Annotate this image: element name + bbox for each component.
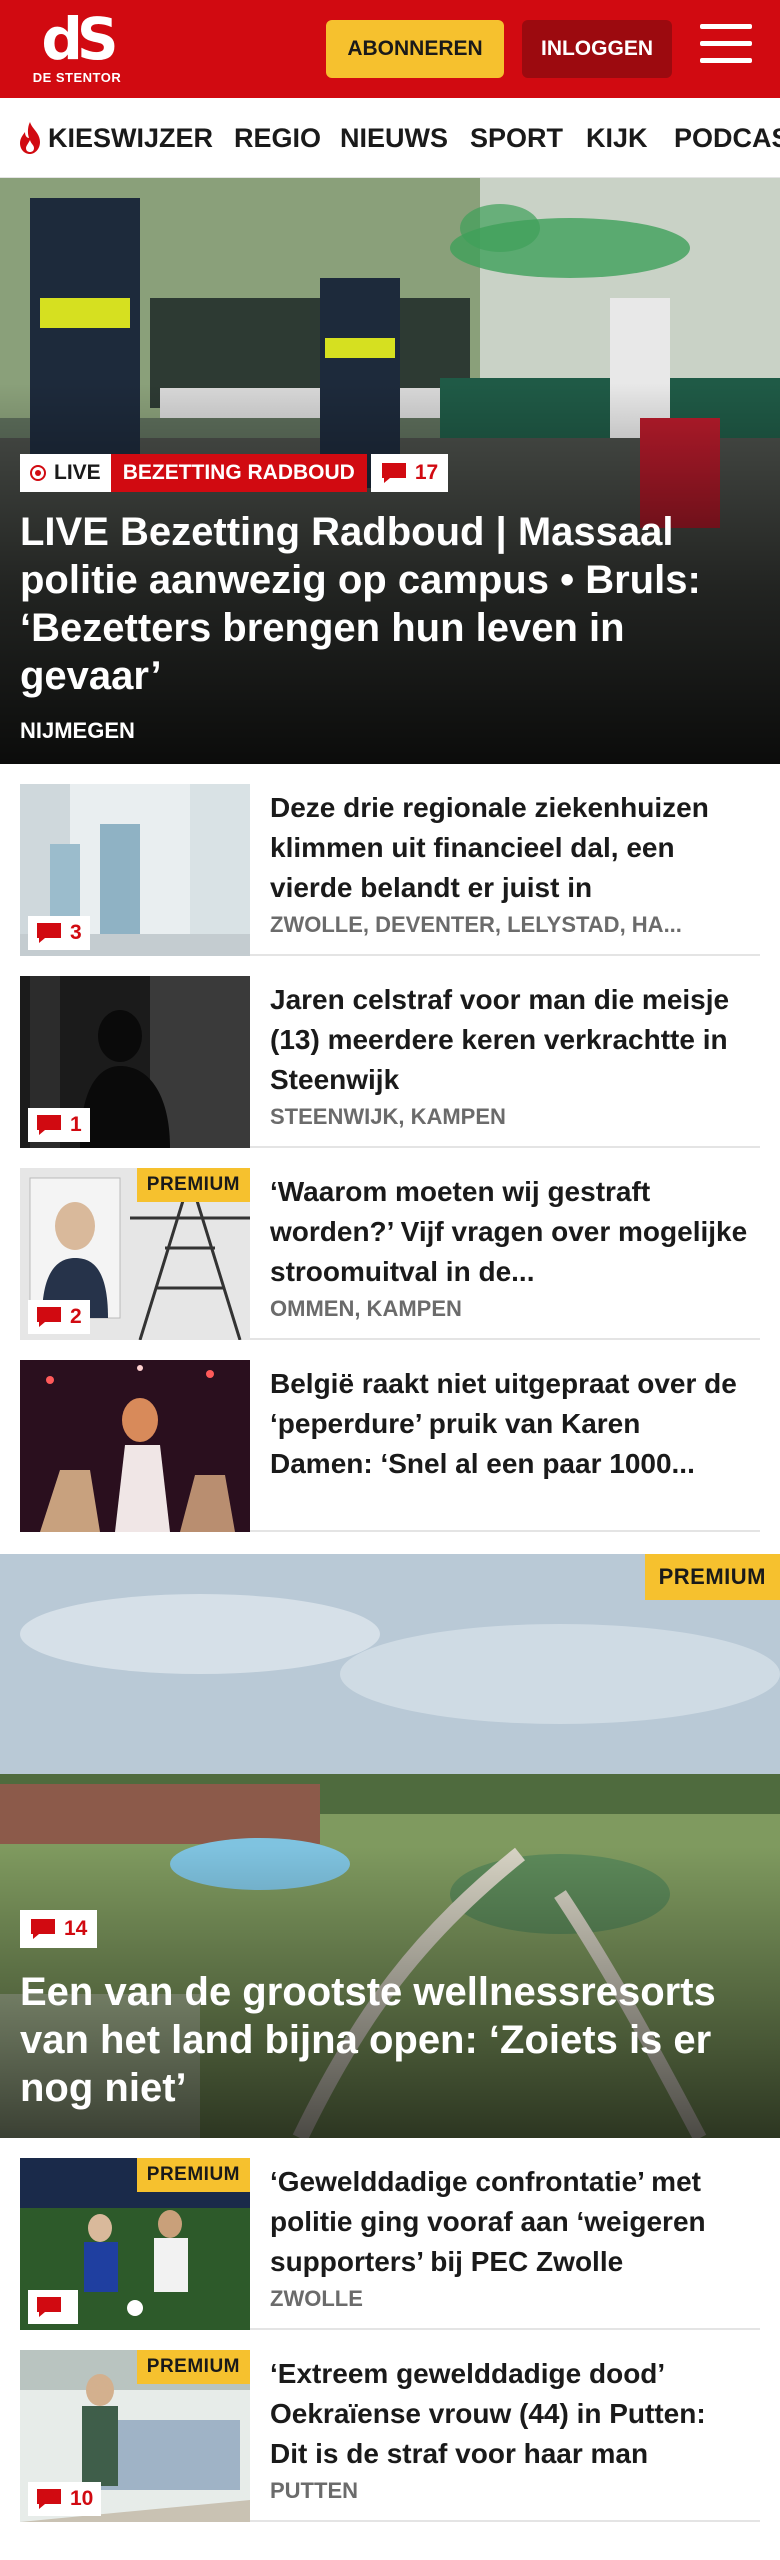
comment-count-badge	[28, 2290, 78, 2324]
article-headline[interactable]: België raakt niet uitgepraat over de ‘pe…	[270, 1364, 750, 1484]
nav-item-kijk[interactable]: KIJK	[586, 98, 648, 177]
article-thumbnail: PREMIUM 10	[20, 2350, 250, 2522]
article-thumbnail: 3	[20, 784, 250, 956]
comment-icon	[381, 463, 406, 483]
list-item[interactable]: 3 Deze drie regionale ziekenhuizen klimm…	[20, 784, 760, 956]
comment-count: 14	[64, 1917, 88, 1940]
premium-badge: PREMIUM	[136, 1168, 250, 1202]
logo-subtitle: DE STENTOR	[32, 70, 122, 85]
feature-article[interactable]: PREMIUM 14 Een van de grootste wellnessr…	[0, 1554, 780, 2138]
hero-badges: LIVE BEZETTING RADBOUD 17	[20, 454, 449, 492]
article-location: STEENWIJK, KAMPEN	[270, 1104, 506, 1129]
comment-count-badge: 17	[370, 454, 449, 492]
logo-mark: dS	[41, 5, 118, 73]
article-thumbnail	[20, 1360, 250, 1532]
list-item[interactable]: België raakt niet uitgepraat over de ‘pe…	[20, 1360, 760, 1532]
flame-icon	[20, 122, 40, 154]
comment-count: 17	[414, 461, 439, 484]
comment-icon	[37, 1115, 61, 1135]
live-badge: LIVE	[20, 454, 111, 492]
hero-headline[interactable]: LIVE Bezetting Radboud | Massaal politie…	[20, 508, 750, 700]
premium-badge: PREMIUM	[136, 2350, 250, 2384]
list-item[interactable]: PREMIUM ‘Gewelddadige confrontatie’ met …	[20, 2158, 760, 2330]
list-item[interactable]: PREMIUM 2 ‘Waarom moeten wij gestraft wo…	[20, 1168, 760, 1340]
nav-label: KIESWIJZER	[48, 122, 214, 153]
article-headline[interactable]: Deze drie regionale ziekenhuizen klimmen…	[270, 788, 750, 908]
article-headline[interactable]: ‘Waarom moeten wij gestraft worden?’ Vij…	[270, 1172, 750, 1292]
article-location: ZWOLLE, DEVENTER, LELYSTAD, HA...	[270, 912, 682, 937]
login-button[interactable]: INLOGGEN	[522, 20, 672, 78]
site-header: dS DE STENTOR ABONNEREN INLOGGEN	[0, 0, 780, 98]
site-logo[interactable]: dS DE STENTOR	[22, 10, 132, 90]
hero-article[interactable]: LIVE BEZETTING RADBOUD 17 LIVE Bezetting…	[0, 178, 780, 764]
nav-item-kieswijzer[interactable]: KIESWIJZER	[16, 98, 214, 177]
topic-tag[interactable]: BEZETTING RADBOUD	[110, 454, 367, 492]
nav-item-sport[interactable]: SPORT	[470, 98, 563, 177]
list-item[interactable]: PREMIUM 10 ‘Extreem gewelddadige dood’ O…	[20, 2350, 760, 2522]
comment-count-badge: 2	[28, 1300, 90, 1334]
article-location: ZWOLLE	[270, 2286, 363, 2311]
premium-badge: PREMIUM	[644, 1554, 780, 1600]
comment-count-badge: 1	[28, 1108, 90, 1142]
hamburger-menu-icon[interactable]	[700, 24, 752, 74]
comment-icon	[31, 1919, 55, 1939]
concert-image	[20, 1360, 250, 1532]
section-nav: KIESWIJZER REGIO NIEUWS SPORT KIJK PODCA…	[0, 98, 780, 178]
live-label: LIVE	[54, 461, 101, 484]
article-location: OMMEN, KAMPEN	[270, 1296, 462, 1321]
comment-count: 2	[70, 1305, 82, 1328]
comment-icon	[37, 2489, 61, 2509]
comment-count-badge: 14	[20, 1910, 98, 1948]
hero-location: NIJMEGEN	[20, 718, 135, 743]
comment-count: 10	[70, 2487, 94, 2510]
comment-count-badge: 10	[28, 2482, 102, 2516]
list-item[interactable]: 1 Jaren celstraf voor man die meisje (13…	[20, 976, 760, 1148]
article-headline[interactable]: ‘Extreem gewelddadige dood’ Oekraïense v…	[270, 2354, 750, 2474]
nav-item-podcast[interactable]: PODCAST	[674, 98, 780, 177]
feature-headline[interactable]: Een van de grootste wellnessresorts van …	[20, 1968, 760, 2112]
article-thumbnail: PREMIUM	[20, 2158, 250, 2330]
comment-icon	[37, 1307, 61, 1327]
article-thumbnail: 1	[20, 976, 250, 1148]
comment-icon	[37, 2297, 61, 2317]
article-headline[interactable]: ‘Gewelddadige confrontatie’ met politie …	[270, 2162, 750, 2282]
comment-icon	[37, 923, 61, 943]
comment-count: 3	[70, 921, 82, 944]
premium-badge: PREMIUM	[136, 2158, 250, 2192]
subscribe-button[interactable]: ABONNEREN	[326, 20, 504, 78]
comment-count-badge: 3	[28, 916, 90, 950]
article-thumbnail: PREMIUM 2	[20, 1168, 250, 1340]
article-headline[interactable]: Jaren celstraf voor man die meisje (13) …	[270, 980, 750, 1100]
live-dot-icon	[30, 465, 46, 481]
comment-count: 1	[70, 1113, 82, 1136]
article-location: PUTTEN	[270, 2478, 358, 2503]
nav-item-nieuws[interactable]: NIEUWS	[340, 98, 448, 177]
nav-item-regio[interactable]: REGIO	[234, 98, 321, 177]
